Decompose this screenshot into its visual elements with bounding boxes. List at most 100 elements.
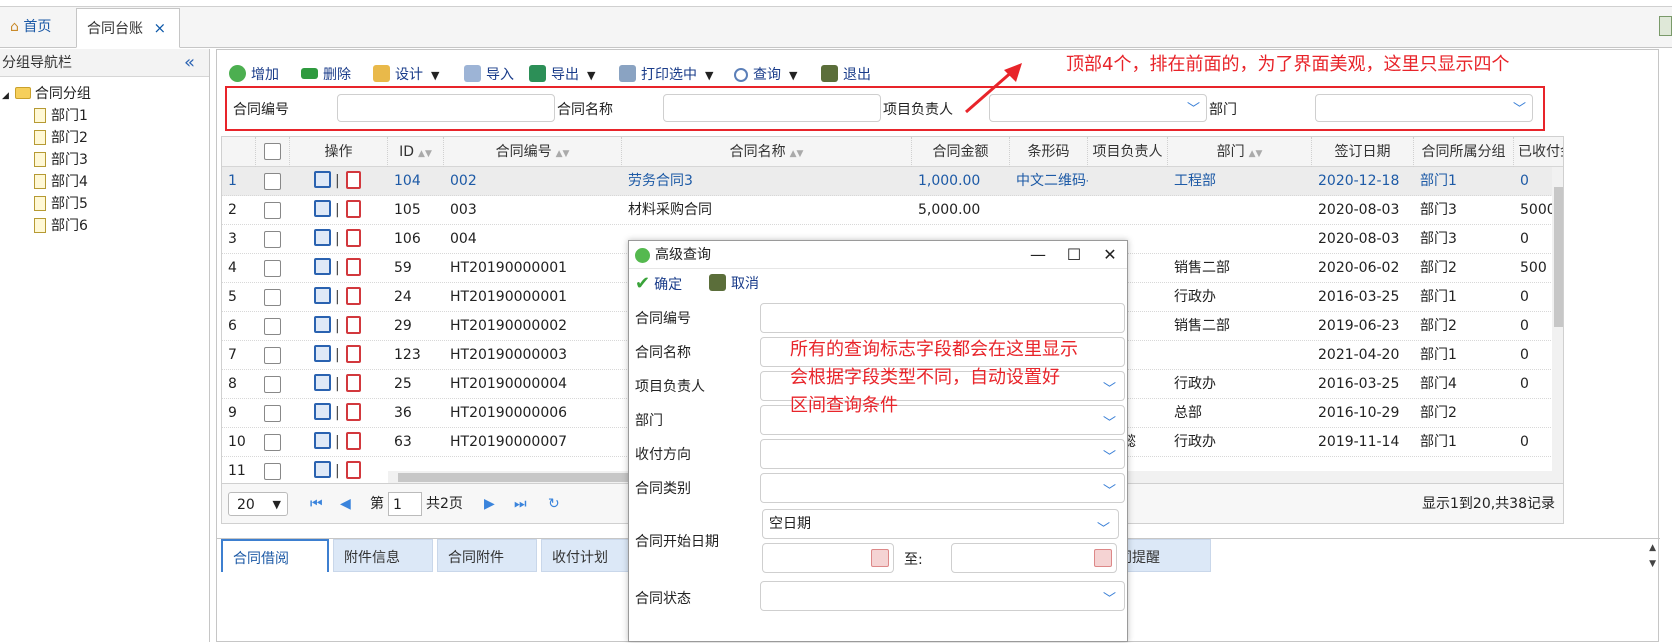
table-row[interactable]: 1 | 104 002 劳务合同3 1,000.00 中文二维码- 工程部 2020-12-18… xyxy=(222,167,1563,196)
row-checkbox[interactable] xyxy=(264,289,281,306)
calendar-icon[interactable] xyxy=(1094,549,1112,567)
scroll-down-icon[interactable]: ▼ xyxy=(1649,559,1656,569)
col-contract-group[interactable]: 合同所属分组 xyxy=(1414,137,1514,167)
sidebar-item-dept6[interactable]: 部门6 xyxy=(34,215,88,237)
dialog-payment-direction-select[interactable]: ﹀ xyxy=(760,439,1125,469)
trash-icon[interactable] xyxy=(346,287,361,305)
query-button[interactable]: 查询 ▼ xyxy=(734,62,797,88)
tab-contract-borrow[interactable]: 合同借阅 xyxy=(221,539,329,572)
delete-button[interactable]: 删除 xyxy=(301,62,351,88)
trash-icon[interactable] xyxy=(346,345,361,363)
close-icon[interactable]: × xyxy=(153,19,166,37)
row-checkbox[interactable] xyxy=(264,347,281,364)
collapse-icon[interactable]: « xyxy=(184,49,195,77)
import-button[interactable]: 导入 xyxy=(464,62,514,88)
sidebar-item-dept1[interactable]: 部门1 xyxy=(34,105,88,127)
col-paid-amount[interactable]: 已收付金 xyxy=(1514,137,1563,167)
chevron-down-icon[interactable]: ▼ xyxy=(705,69,713,82)
tab-contract-attachment[interactable]: 合同附件 xyxy=(437,539,537,572)
panel-edge-icon[interactable] xyxy=(1659,16,1672,36)
contract-name-input[interactable] xyxy=(663,94,881,122)
trash-icon[interactable] xyxy=(346,432,361,450)
row-checkbox[interactable] xyxy=(264,463,281,480)
edit-icon[interactable] xyxy=(314,461,331,478)
dialog-contract-category-select[interactable]: ﹀ xyxy=(760,473,1125,503)
dialog-start-date-from[interactable] xyxy=(762,543,894,573)
edit-icon[interactable] xyxy=(314,374,331,391)
page-number-input[interactable]: 1 xyxy=(388,492,422,516)
edit-icon[interactable] xyxy=(314,258,331,275)
col-department[interactable]: 部门 ▲▼ xyxy=(1168,137,1312,167)
dialog-contract-no-input[interactable] xyxy=(760,303,1125,333)
tab-attachment-info[interactable]: 附件信息 xyxy=(333,539,433,572)
tab-contract-reminder[interactable]: 同提醒 xyxy=(1117,539,1211,572)
vertical-scrollbar[interactable] xyxy=(1552,167,1563,483)
edit-icon[interactable] xyxy=(314,287,331,304)
edit-icon[interactable] xyxy=(314,171,331,188)
edit-icon[interactable] xyxy=(314,200,331,217)
col-amount[interactable]: 合同金额 xyxy=(912,137,1010,167)
cancel-button[interactable]: 取消 xyxy=(709,271,759,297)
chevron-down-icon[interactable]: ▼ xyxy=(789,69,797,82)
department-select[interactable]: ﹀ xyxy=(1315,94,1533,122)
row-checkbox[interactable] xyxy=(264,202,281,219)
chevron-down-icon[interactable]: ▼ xyxy=(587,69,595,82)
trash-icon[interactable] xyxy=(346,200,361,218)
col-project-leader[interactable]: 项目负责人 xyxy=(1088,137,1168,167)
expand-icon[interactable]: ◢ xyxy=(2,91,9,101)
prev-page-icon[interactable]: ◀ xyxy=(340,492,351,516)
tab-home[interactable]: ⌂ 首页 xyxy=(0,8,68,48)
trash-icon[interactable] xyxy=(346,316,361,334)
confirm-button[interactable]: ✔ 确定 xyxy=(635,271,682,297)
trash-icon[interactable] xyxy=(346,403,361,421)
trash-icon[interactable] xyxy=(346,461,361,479)
tab-payment-plan[interactable]: 收付计划 xyxy=(541,539,641,572)
trash-icon[interactable] xyxy=(346,171,361,189)
sidebar-item-dept3[interactable]: 部门3 xyxy=(34,149,88,171)
edit-icon[interactable] xyxy=(314,403,331,420)
col-sign-date[interactable]: 签订日期 xyxy=(1312,137,1414,167)
row-checkbox[interactable] xyxy=(264,376,281,393)
trash-icon[interactable] xyxy=(346,374,361,392)
dialog-contract-status-select[interactable]: ﹀ xyxy=(760,581,1125,611)
page-size-select[interactable]: 20 ▼ xyxy=(228,492,288,516)
dialog-titlebar[interactable]: 高级查询 — ☐ ✕ xyxy=(629,241,1127,269)
col-contract-name[interactable]: 合同名称 ▲▼ xyxy=(622,137,912,167)
row-checkbox[interactable] xyxy=(264,231,281,248)
tree-root-node[interactable]: ◢ 合同分组 xyxy=(2,83,91,105)
chevron-down-icon[interactable]: ▼ xyxy=(431,69,439,82)
edit-icon[interactable] xyxy=(314,345,331,362)
select-all-checkbox[interactable] xyxy=(264,143,281,160)
add-button[interactable]: 增加 xyxy=(229,62,279,88)
refresh-icon[interactable]: ↻ xyxy=(548,492,560,516)
edit-icon[interactable] xyxy=(314,432,331,449)
trash-icon[interactable] xyxy=(346,258,361,276)
scroll-thumb[interactable] xyxy=(398,473,628,482)
row-checkbox[interactable] xyxy=(264,434,281,451)
scroll-thumb[interactable] xyxy=(1554,187,1563,327)
close-icon[interactable]: ✕ xyxy=(1099,244,1121,266)
edit-icon[interactable] xyxy=(314,229,331,246)
first-page-icon[interactable]: ⏮ xyxy=(310,492,323,516)
row-checkbox[interactable] xyxy=(264,173,281,190)
col-barcode[interactable]: 条形码 xyxy=(1010,137,1088,167)
scroll-up-icon[interactable]: ▲ xyxy=(1649,543,1656,553)
sidebar-item-dept4[interactable]: 部门4 xyxy=(34,171,88,193)
col-contract-no[interactable]: 合同编号 ▲▼ xyxy=(444,137,622,167)
maximize-icon[interactable]: ☐ xyxy=(1063,244,1085,266)
design-button[interactable]: 设计 ▼ xyxy=(373,62,439,88)
edit-icon[interactable] xyxy=(314,316,331,333)
sidebar-item-dept5[interactable]: 部门5 xyxy=(34,193,88,215)
trash-icon[interactable] xyxy=(346,229,361,247)
sidebar-item-dept2[interactable]: 部门2 xyxy=(34,127,88,149)
exit-button[interactable]: 退出 xyxy=(821,62,871,88)
tab-contract-ledger[interactable]: 合同台账 × xyxy=(76,8,180,48)
table-row[interactable]: 2 | 105 003 材料采购合同 5,000.00 2020-08-03 部门3 5000 xyxy=(222,196,1563,225)
print-selected-button[interactable]: 打印选中 ▼ xyxy=(619,62,713,88)
minimize-icon[interactable]: — xyxy=(1027,244,1049,266)
dialog-start-date-to[interactable] xyxy=(951,543,1117,573)
row-checkbox[interactable] xyxy=(264,405,281,422)
col-id[interactable]: ID ▲▼ xyxy=(388,137,444,167)
row-checkbox[interactable] xyxy=(264,318,281,335)
row-checkbox[interactable] xyxy=(264,260,281,277)
